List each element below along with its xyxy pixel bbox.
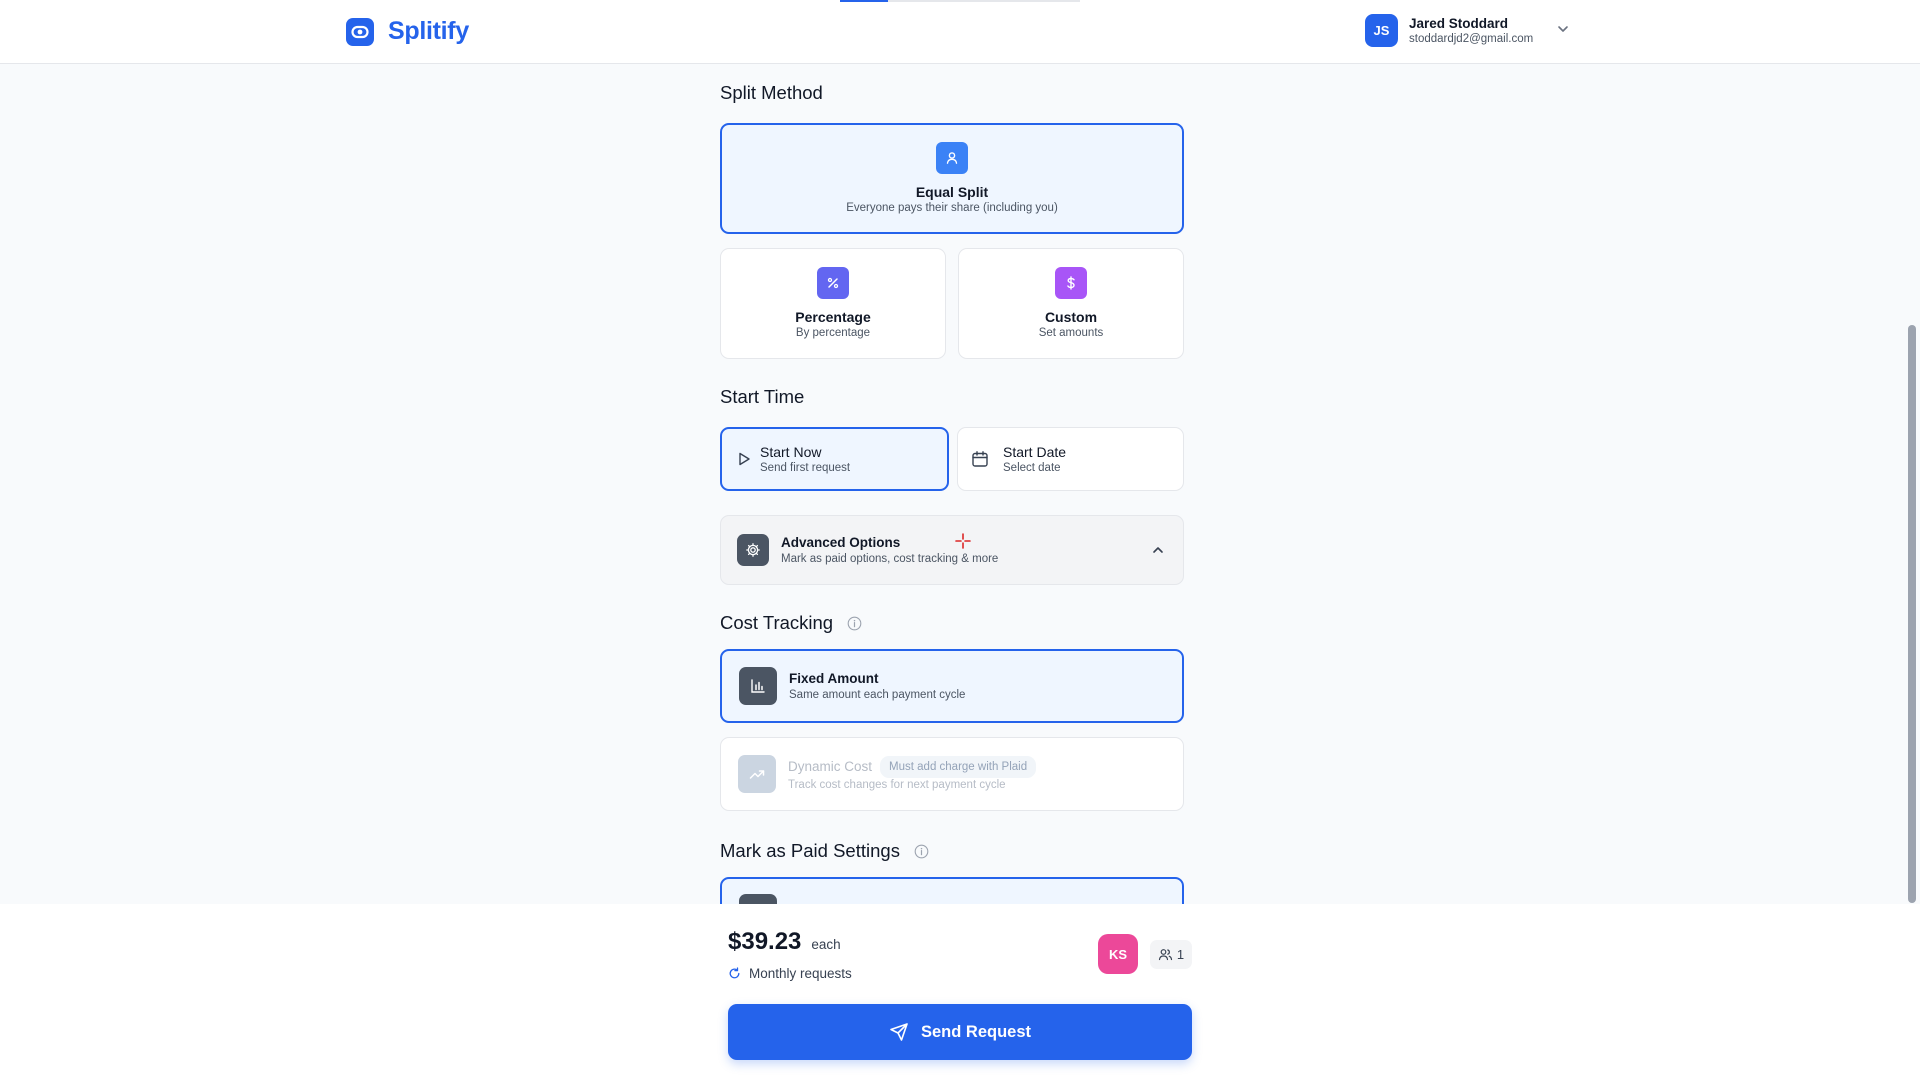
split-option-title: Equal Split bbox=[915, 183, 989, 200]
chevron-up-icon bbox=[1153, 547, 1163, 553]
split-option-title: Percentage bbox=[795, 308, 871, 325]
cost-option-title-row: Dynamic Cost Must add charge with Plaid bbox=[788, 755, 1037, 778]
split-option-subtitle: Set amounts bbox=[1038, 326, 1104, 339]
start-option-title: Start Date bbox=[1003, 443, 1067, 460]
advanced-options-subtitle: Mark as paid options, cost tracking & mo… bbox=[781, 552, 999, 565]
split-option-subtitle: By percentage bbox=[795, 326, 871, 339]
split-option-custom[interactable]: Custom Set amounts bbox=[958, 248, 1184, 359]
split-option-percentage[interactable]: Percentage By percentage bbox=[720, 248, 946, 359]
info-icon[interactable] bbox=[914, 844, 929, 859]
progress-track bbox=[840, 0, 1080, 2]
mark-paid-option[interactable] bbox=[720, 877, 1184, 904]
cost-option-subtitle: Same amount each payment cycle bbox=[789, 688, 966, 701]
play-icon bbox=[739, 452, 750, 466]
info-icon[interactable] bbox=[847, 616, 862, 631]
cost-option-subtitle: Track cost changes for next payment cycl… bbox=[788, 778, 1006, 791]
amount-summary: $39.23 each bbox=[728, 928, 841, 956]
amount-per-person: $39.23 bbox=[728, 928, 802, 955]
start-option-subtitle: Select date bbox=[1003, 461, 1061, 474]
split-option-equal[interactable]: Equal Split Everyone pays their share (i… bbox=[720, 123, 1184, 234]
frequency-text: Monthly requests bbox=[749, 966, 852, 981]
member-avatar[interactable]: KS bbox=[1098, 934, 1138, 974]
section-title-start-time: Start Time bbox=[720, 386, 805, 407]
cost-option-title: Dynamic Cost bbox=[788, 758, 873, 774]
frequency-label: Monthly requests bbox=[728, 966, 852, 981]
app-name: Splitify bbox=[388, 17, 469, 45]
section-title-cost-tracking: Cost Tracking bbox=[720, 612, 862, 634]
advanced-options-toggle[interactable]: Advanced Options Mark as paid options, c… bbox=[720, 515, 1184, 585]
gear-icon bbox=[737, 534, 769, 566]
trending-up-icon bbox=[738, 755, 776, 793]
start-option-title: Start Now bbox=[760, 443, 822, 460]
progress-fill bbox=[840, 0, 888, 2]
member-count: 1 bbox=[1176, 947, 1185, 962]
section-title-mark-paid: Mark as Paid Settings bbox=[720, 840, 929, 862]
cost-option-dynamic: Dynamic Cost Must add charge with Plaid T… bbox=[720, 737, 1184, 811]
send-request-label: Send Request bbox=[920, 1022, 1032, 1041]
section-title-split-method: Split Method bbox=[720, 82, 823, 103]
users-icon bbox=[1158, 949, 1172, 961]
plaid-badge: Must add charge with Plaid bbox=[880, 755, 1037, 778]
cursor-crosshair-icon bbox=[955, 533, 971, 549]
cost-tracking-title: Cost Tracking bbox=[720, 612, 834, 633]
amount-each-label: each bbox=[811, 937, 841, 952]
scrollbar-thumb[interactable] bbox=[1908, 325, 1916, 903]
send-request-button[interactable]: Send Request bbox=[728, 1004, 1192, 1060]
start-option-date[interactable]: Start Date Select date bbox=[957, 427, 1184, 491]
mark-paid-title: Mark as Paid Settings bbox=[720, 840, 900, 861]
split-option-title: Custom bbox=[1044, 308, 1098, 325]
bar-chart-icon bbox=[739, 667, 777, 705]
start-option-subtitle: Send first request bbox=[760, 461, 851, 474]
dollar-icon bbox=[1055, 266, 1087, 299]
main-form: Split Method Equal Split Everyone pays t… bbox=[720, 64, 1186, 904]
split-option-subtitle: Everyone pays their share (including you… bbox=[846, 201, 1058, 214]
user-name: Jared Stoddard bbox=[1409, 15, 1509, 31]
cost-option-fixed[interactable]: Fixed Amount Same amount each payment cy… bbox=[720, 649, 1184, 723]
start-option-now[interactable]: Start Now Send first request bbox=[720, 427, 949, 491]
refresh-icon bbox=[729, 967, 740, 979]
user-menu[interactable]: JS Jared Stoddard stoddardjd2@gmail.com bbox=[1365, 14, 1570, 47]
user-email: stoddardjd2@gmail.com bbox=[1409, 32, 1534, 45]
send-icon bbox=[890, 1023, 908, 1041]
settings-option-icon bbox=[739, 894, 777, 904]
logo[interactable]: Splitify bbox=[346, 17, 469, 46]
chevron-down-icon bbox=[1558, 25, 1568, 32]
member-count-badge[interactable]: 1 bbox=[1150, 940, 1192, 969]
top-header: Splitify JS Jared Stoddard stoddardjd2@g… bbox=[0, 0, 1920, 64]
percent-icon bbox=[817, 266, 849, 299]
user-avatar: JS bbox=[1365, 14, 1398, 47]
cost-option-title: Fixed Amount bbox=[789, 670, 879, 686]
user-icon bbox=[936, 141, 968, 174]
calendar-icon bbox=[972, 451, 988, 467]
splitify-logo-icon bbox=[346, 17, 374, 46]
